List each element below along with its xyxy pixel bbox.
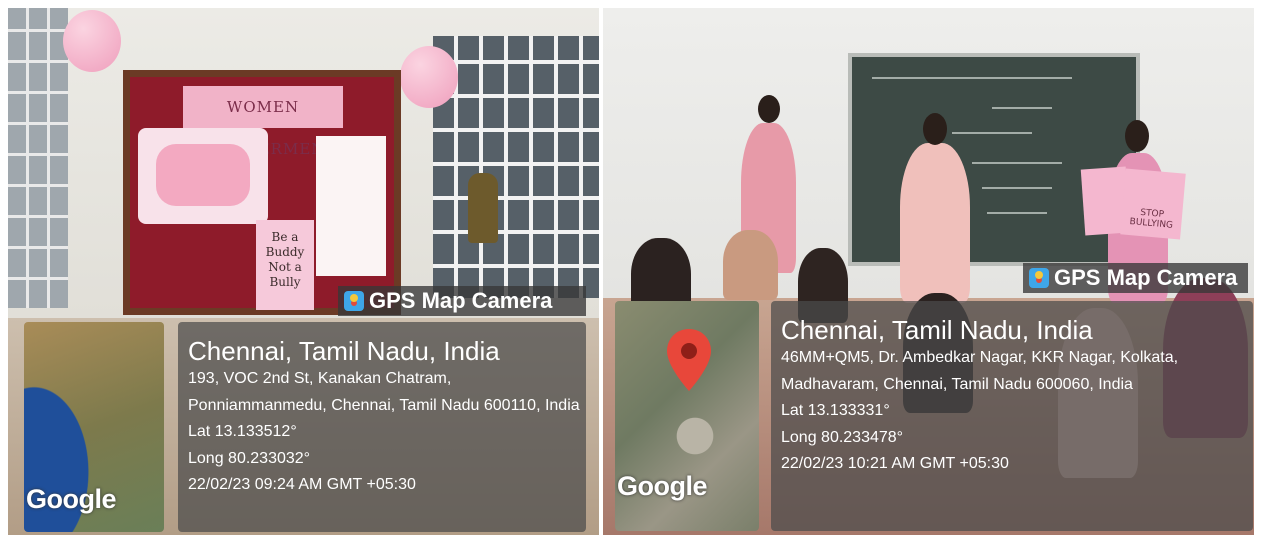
address-line-2: Ponniammanmedu, Chennai, Tamil Nadu 6001… — [188, 396, 580, 414]
mini-map: Google — [615, 301, 759, 531]
address-line-1: 46MM+QM5, Dr. Ambedkar Nagar, KKR Nagar,… — [781, 349, 1179, 366]
balloon — [63, 10, 121, 72]
map-pin-icon — [667, 329, 711, 391]
address-line-1: 193, VOC 2nd St, Kanakan Chatram, — [188, 370, 452, 387]
poster — [138, 128, 268, 224]
window-left — [8, 8, 68, 308]
photo-right: STOP BULLYING GPS Map Camera Google Chen… — [603, 8, 1254, 535]
poster — [316, 136, 386, 276]
photo-left: WOMEN EMPOWERMENT Be a Buddy Not a Bully… — [8, 8, 599, 535]
gps-app-name: GPS Map Camera — [369, 288, 553, 313]
gps-app-name: GPS Map Camera — [1054, 265, 1238, 290]
location-city: Chennai, Tamil Nadu, India — [781, 315, 1093, 345]
address-line-2: Madhavaram, Chennai, Tamil Nadu 600060, … — [781, 375, 1133, 393]
latitude: Lat 13.133331° — [781, 402, 890, 419]
google-logo: Google — [617, 471, 708, 501]
timestamp: 22/02/23 10:21 AM GMT +05:30 — [781, 455, 1009, 472]
gps-camera-icon — [344, 291, 364, 311]
person-head — [758, 95, 780, 123]
longitude: Long 80.233478° — [781, 428, 904, 446]
balloon — [400, 46, 458, 108]
buddy-poster: Be a Buddy Not a Bully — [256, 220, 314, 310]
location-info: Chennai, Tamil Nadu, India 193, VOC 2nd … — [178, 322, 586, 532]
person-through-window — [468, 173, 498, 243]
gps-app-label: GPS Map Camera — [1023, 263, 1248, 293]
google-logo: Google — [26, 484, 117, 514]
person-head — [923, 113, 947, 145]
mini-map: Google — [24, 322, 164, 532]
person-head — [1125, 120, 1149, 152]
location-city: Chennai, Tamil Nadu, India — [188, 336, 500, 366]
gps-app-label: GPS Map Camera — [338, 286, 586, 316]
latitude: Lat 13.133512° — [188, 423, 297, 440]
person — [900, 143, 970, 303]
timestamp: 22/02/23 09:24 AM GMT +05:30 — [188, 476, 416, 493]
longitude: Long 80.233032° — [188, 449, 311, 467]
audience-member — [723, 230, 778, 300]
location-info: Chennai, Tamil Nadu, India 46MM+QM5, Dr.… — [771, 301, 1253, 531]
sign-stop-bullying: STOP BULLYING — [1120, 168, 1186, 240]
gps-camera-icon — [1029, 268, 1049, 288]
board-title: WOMEN EMPOWERMENT — [183, 86, 343, 158]
